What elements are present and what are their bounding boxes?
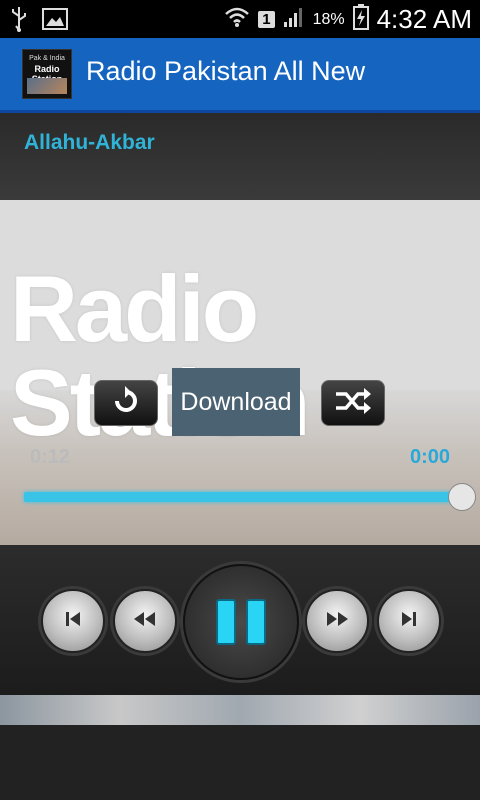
download-button[interactable]: Download (172, 368, 300, 436)
app-icon[interactable]: Pak & India Radio Station (22, 49, 72, 99)
app-title: Radio Pakistan All New (86, 56, 366, 86)
rewind-icon (131, 608, 159, 635)
app-icon-image (27, 78, 67, 94)
next-button[interactable] (377, 589, 441, 653)
battery-icon (352, 4, 369, 35)
playback-controls (0, 545, 480, 695)
seek-thumb[interactable] (448, 483, 476, 511)
signal-icon (283, 6, 305, 33)
song-title-bar: Allahu-Akbar (0, 113, 480, 200)
repeat-button[interactable] (94, 380, 158, 426)
previous-button[interactable] (41, 589, 105, 653)
artwork-strip (0, 695, 480, 725)
song-title: Allahu-Akbar (24, 131, 155, 154)
sim-icon: 1 (258, 11, 275, 28)
album-artwork: Radio Station Download 0:12 0:00 (0, 200, 480, 545)
app-bar: Pak & India Radio Station Radio Pakistan… (0, 38, 480, 113)
image-icon (42, 8, 68, 35)
total-duration: 0:00 (409, 446, 450, 468)
skip-next-icon (398, 608, 420, 635)
status-bar: 1 18% 4:32 AM (0, 0, 480, 38)
pause-icon (211, 599, 271, 645)
repeat-icon (111, 385, 141, 421)
fast-forward-icon (323, 608, 351, 635)
rewind-button[interactable] (113, 589, 177, 653)
skip-previous-icon (62, 608, 84, 635)
fast-forward-button[interactable] (305, 589, 369, 653)
app-icon-line1: Pak & India (29, 55, 65, 62)
seek-bar[interactable] (24, 492, 458, 502)
pause-button[interactable] (183, 564, 299, 680)
bottom-bar (0, 725, 480, 800)
wifi-icon (224, 6, 250, 33)
clock: 4:32 AM (376, 4, 472, 34)
elapsed-time: 0:12 (30, 446, 71, 468)
usb-icon (10, 6, 28, 37)
shuffle-icon (334, 387, 372, 420)
battery-percent: 18% (312, 10, 345, 28)
shuffle-button[interactable] (321, 380, 385, 426)
